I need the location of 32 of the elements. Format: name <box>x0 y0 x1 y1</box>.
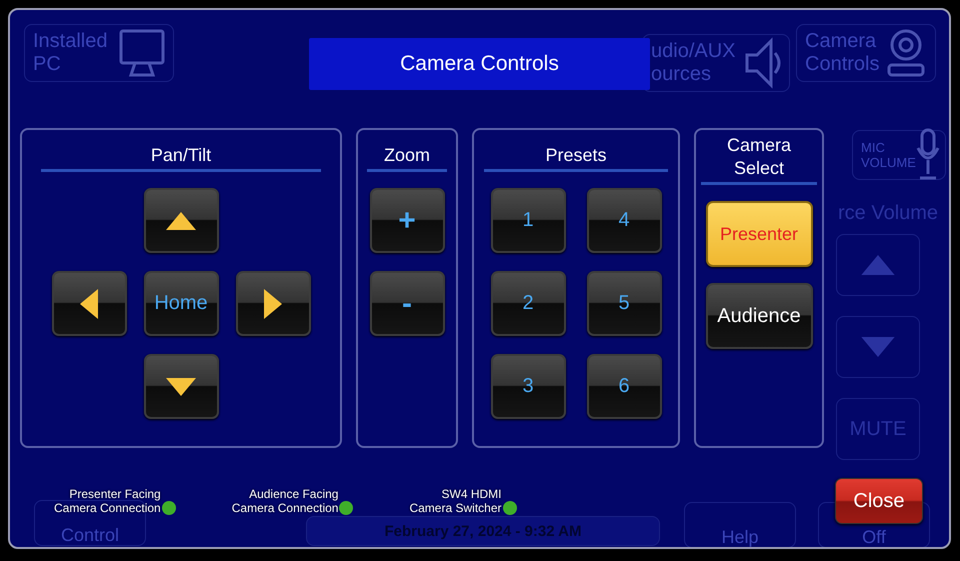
microphone-icon <box>915 128 941 182</box>
status-label: Presenter Facing Camera Connection <box>54 487 161 515</box>
tile-label: MIC VOLUME <box>861 140 916 170</box>
panel-heading: Camera Select <box>701 134 817 185</box>
panel-heading: Zoom <box>367 144 447 172</box>
triangle-up-icon <box>166 212 196 230</box>
preset-button[interactable]: 2 <box>490 271 566 336</box>
tile-label: udio/AUX ources <box>651 40 736 86</box>
tile-label: Camera Controls <box>805 30 880 76</box>
panel-heading: Presets <box>484 144 668 172</box>
pan-tilt-button[interactable] <box>52 271 126 336</box>
preset-button[interactable]: 1 <box>490 188 566 253</box>
home-button[interactable]: Home <box>144 271 218 336</box>
camera-option-button[interactable]: Audience <box>706 283 812 349</box>
tile-label: Installed PC <box>33 30 108 76</box>
date-time-display: February 27, 2024 - 9:32 AM <box>306 516 660 546</box>
panel-heading: Pan/Tilt <box>41 144 321 172</box>
preset-button[interactable]: 6 <box>586 354 662 419</box>
triangle-right-icon <box>264 288 282 318</box>
pan-tilt-button[interactable] <box>236 271 310 336</box>
preset-button[interactable]: 5 <box>586 271 662 336</box>
zoom-button[interactable]: + <box>370 188 444 253</box>
pan-tilt-button[interactable] <box>144 354 218 419</box>
triangle-down-icon <box>166 378 196 396</box>
dialog-title: Camera Controls <box>309 38 650 90</box>
status-label: SW4 HDMI Camera Switcher <box>409 487 502 515</box>
preset-button[interactable]: 3 <box>490 354 566 419</box>
triangle-left-icon <box>80 288 98 318</box>
pan-tilt-button[interactable] <box>144 188 218 253</box>
status-label: Audience Facing Camera Connection <box>232 487 338 515</box>
preset-button[interactable]: 4 <box>586 188 662 253</box>
zoom-button[interactable]: - <box>370 271 444 336</box>
